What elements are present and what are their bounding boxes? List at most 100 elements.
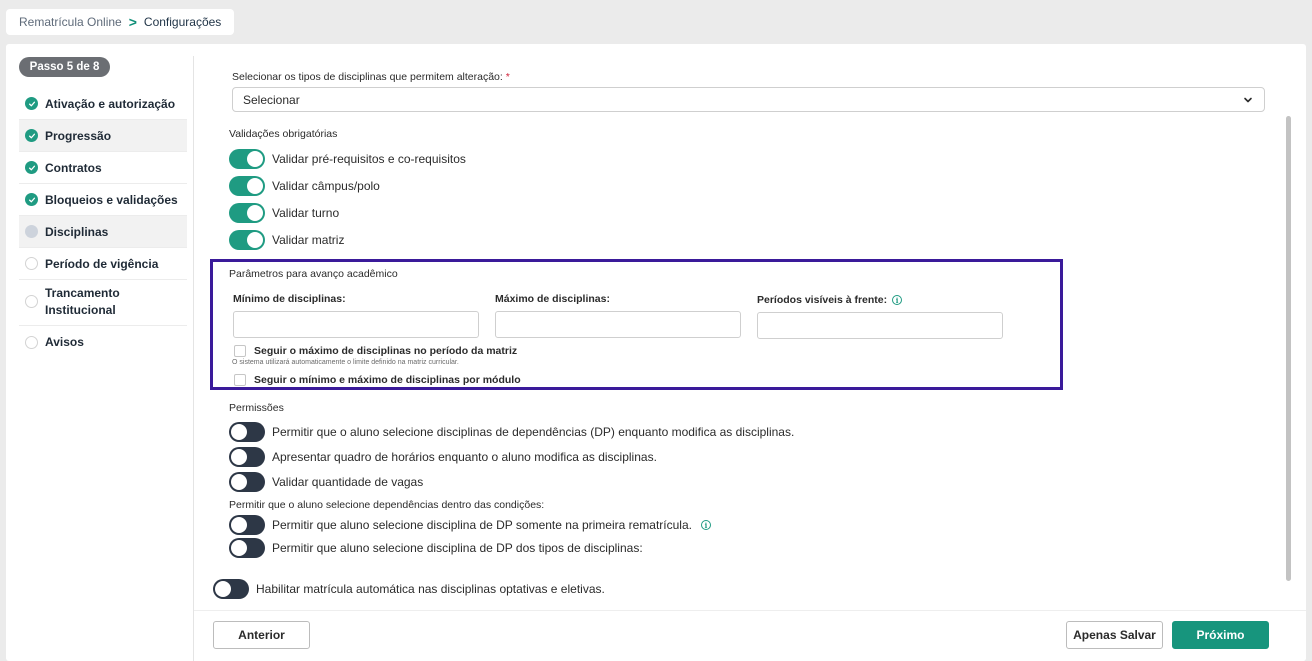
toggle-row-auto-enroll: Habilitar matrícula automática nas disci… bbox=[213, 579, 605, 599]
toggle-vagas[interactable] bbox=[229, 472, 265, 492]
toggle-row-horarios: Apresentar quadro de horários enquanto o… bbox=[229, 447, 657, 467]
sidebar-item-avisos[interactable]: Avisos bbox=[19, 326, 187, 358]
toggle-knob bbox=[247, 205, 263, 221]
max-matriz-hint: O sistema utilizará automaticamente o li… bbox=[232, 359, 459, 366]
toggle-turno[interactable] bbox=[229, 203, 265, 223]
toggle-dp-tipos[interactable] bbox=[229, 538, 265, 558]
toggle-knob bbox=[231, 517, 247, 533]
toggle-label: Validar matriz bbox=[272, 233, 345, 247]
toggle-knob bbox=[231, 474, 247, 490]
info-icon[interactable]: i bbox=[892, 295, 903, 305]
toggle-prerequisitos[interactable] bbox=[229, 149, 265, 169]
empty-circle-icon bbox=[25, 295, 38, 308]
toggle-row-dp-primeira: Permitir que aluno selecione disciplina … bbox=[229, 515, 711, 535]
scrollbar-thumb[interactable] bbox=[1286, 116, 1291, 581]
toggle-knob bbox=[231, 449, 247, 465]
toggle-knob bbox=[247, 232, 263, 248]
toggle-campus[interactable] bbox=[229, 176, 265, 196]
sidebar-item-ativacao[interactable]: Ativação e autorização bbox=[19, 88, 187, 120]
breadcrumb-current: Configurações bbox=[143, 15, 222, 29]
toggle-auto-enroll[interactable] bbox=[213, 579, 249, 599]
check-circle-icon bbox=[25, 129, 38, 142]
sidebar-item-label: Avisos bbox=[45, 335, 84, 349]
info-icon[interactable]: i bbox=[700, 520, 711, 530]
sidebar-item-bloqueios[interactable]: Bloqueios e validações bbox=[19, 184, 187, 216]
disciplinas-form: Selecionar os tipos de disciplinas que p… bbox=[194, 44, 1284, 661]
toggle-row-dp-tipos: Permitir que aluno selecione disciplina … bbox=[229, 538, 643, 558]
discipline-types-select[interactable]: Selecionar bbox=[232, 87, 1265, 112]
toggle-label: Validar câmpus/polo bbox=[272, 179, 380, 193]
toggle-dp-primeira[interactable] bbox=[229, 515, 265, 535]
academic-progress-params-box: Parâmetros para avanço acadêmico Mínimo … bbox=[210, 259, 1063, 390]
permissions-title: Permissões bbox=[229, 402, 284, 414]
toggle-label: Apresentar quadro de horários enquanto o… bbox=[272, 450, 657, 464]
check-row-max-matriz: Seguir o máximo de disciplinas no períod… bbox=[234, 345, 517, 357]
check-circle-icon bbox=[25, 161, 38, 174]
sidebar-item-trancamento[interactable]: Trancamento Institucional bbox=[19, 280, 187, 326]
settings-card: Passo 5 de 8 Ativação e autorização Prog… bbox=[6, 44, 1306, 661]
chevron-right-icon: > bbox=[128, 14, 137, 30]
toggle-label: Habilitar matrícula automática nas disci… bbox=[256, 582, 605, 596]
visible-periods-label: Períodos visíveis à frente: i bbox=[757, 294, 903, 306]
toggle-label: Validar quantidade de vagas bbox=[272, 475, 424, 489]
previous-button[interactable]: Anterior bbox=[213, 621, 310, 649]
sidebar-item-label: Período de vigência bbox=[45, 256, 159, 271]
toggle-label: Permitir que aluno selecione disciplina … bbox=[272, 541, 643, 555]
toggle-row-turno: Validar turno bbox=[229, 203, 339, 223]
next-button[interactable]: Próximo bbox=[1172, 621, 1269, 649]
max-disciplines-label-text: Máximo de disciplinas: bbox=[495, 293, 610, 305]
footer-actions: Anterior Apenas Salvar Próximo bbox=[194, 610, 1306, 661]
checkbox-label: Seguir o mínimo e máximo de disciplinas … bbox=[254, 374, 521, 386]
sidebar-item-label: Bloqueios e validações bbox=[45, 192, 178, 207]
max-disciplines-label: Máximo de disciplinas: bbox=[495, 293, 610, 305]
params-title: Parâmetros para avanço acadêmico bbox=[229, 268, 398, 280]
steps-sidebar: Passo 5 de 8 Ativação e autorização Prog… bbox=[6, 44, 194, 661]
sidebar-item-disciplinas[interactable]: Disciplinas bbox=[19, 216, 187, 248]
save-only-button[interactable]: Apenas Salvar bbox=[1066, 621, 1163, 649]
toggle-row-dp: Permitir que o aluno selecione disciplin… bbox=[229, 422, 794, 442]
toggle-knob bbox=[247, 178, 263, 194]
empty-circle-icon bbox=[25, 335, 38, 349]
checkbox-por-modulo[interactable] bbox=[234, 374, 246, 386]
checkbox-max-matriz[interactable] bbox=[234, 345, 246, 357]
toggle-label: Permitir que aluno selecione disciplina … bbox=[272, 518, 692, 532]
sidebar-item-label: Ativação e autorização bbox=[45, 96, 176, 111]
min-disciplines-input[interactable] bbox=[233, 311, 479, 338]
select-types-label: Selecionar os tipos de disciplinas que p… bbox=[232, 71, 510, 83]
sidebar-item-progressao[interactable]: Progressão bbox=[19, 120, 187, 152]
select-types-label-text: Selecionar os tipos de disciplinas que p… bbox=[232, 71, 503, 83]
min-disciplines-label: Mínimo de disciplinas: bbox=[233, 293, 346, 305]
toggle-row-vagas: Validar quantidade de vagas bbox=[229, 472, 423, 492]
sidebar-item-contratos[interactable]: Contratos bbox=[19, 152, 187, 184]
toggle-knob bbox=[231, 424, 247, 440]
sidebar-item-periodo-vigencia[interactable]: Período de vigência bbox=[19, 248, 187, 280]
toggle-label: Validar turno bbox=[272, 206, 340, 220]
min-disciplines-label-text: Mínimo de disciplinas: bbox=[233, 293, 346, 305]
sidebar-item-label: Progressão bbox=[45, 128, 112, 143]
max-disciplines-input[interactable] bbox=[495, 311, 741, 338]
visible-periods-label-text: Períodos visíveis à frente: bbox=[757, 294, 888, 306]
toggle-label: Validar pré-requisitos e co-requisitos bbox=[272, 152, 466, 166]
required-mark: * bbox=[505, 71, 510, 83]
breadcrumb: Rematrícula Online > Configurações bbox=[6, 9, 235, 35]
steps-nav: Ativação e autorização Progressão Contra… bbox=[19, 88, 187, 358]
breadcrumb-link-rematricula[interactable]: Rematrícula Online bbox=[19, 15, 122, 29]
sidebar-item-label: Disciplinas bbox=[45, 224, 109, 239]
check-circle-icon bbox=[25, 97, 38, 110]
chevron-down-icon bbox=[1244, 97, 1252, 102]
toggle-knob bbox=[215, 581, 231, 597]
step-badge: Passo 5 de 8 bbox=[19, 57, 110, 77]
toggle-label: Permitir que o aluno selecione disciplin… bbox=[272, 425, 795, 439]
visible-periods-input[interactable] bbox=[757, 312, 1003, 339]
toggle-matriz[interactable] bbox=[229, 230, 265, 250]
checkbox-label: Seguir o máximo de disciplinas no períod… bbox=[254, 345, 518, 357]
toggle-knob bbox=[247, 151, 263, 167]
toggle-row-campus: Validar câmpus/polo bbox=[229, 176, 380, 196]
toggle-horarios[interactable] bbox=[229, 447, 265, 467]
toggle-dp[interactable] bbox=[229, 422, 265, 442]
validations-title: Validações obrigatórias bbox=[229, 128, 338, 140]
check-circle-icon bbox=[25, 193, 38, 206]
select-value: Selecionar bbox=[243, 92, 300, 107]
toggle-row-prerequisitos: Validar pré-requisitos e co-requisitos bbox=[229, 149, 466, 169]
current-step-icon bbox=[25, 225, 38, 238]
